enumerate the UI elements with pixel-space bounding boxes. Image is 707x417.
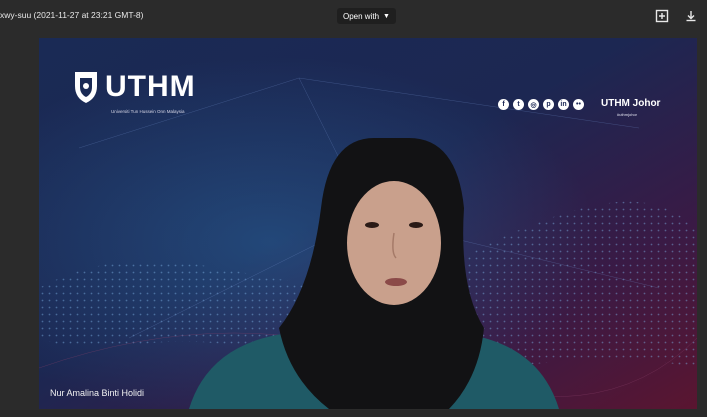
speaker-figure	[189, 138, 559, 409]
chevron-down-icon: ▼	[383, 12, 390, 20]
open-with-button[interactable]: Open with ▼	[337, 8, 396, 24]
participant-name: Nur Amalina Binti Holidi	[50, 388, 145, 398]
open-with-label: Open with	[343, 11, 380, 21]
download-icon[interactable]	[684, 9, 698, 23]
file-title: xwy-suu (2021-11-27 at 23:21 GMT-8)	[0, 10, 144, 20]
viewer-toolbar: xwy-suu (2021-11-27 at 23:21 GMT-8) Open…	[0, 0, 707, 34]
video-frame[interactable]: UTHM Universiti Tun Hussein Onn Malaysia…	[39, 38, 697, 409]
add-to-drive-icon[interactable]	[655, 9, 669, 23]
